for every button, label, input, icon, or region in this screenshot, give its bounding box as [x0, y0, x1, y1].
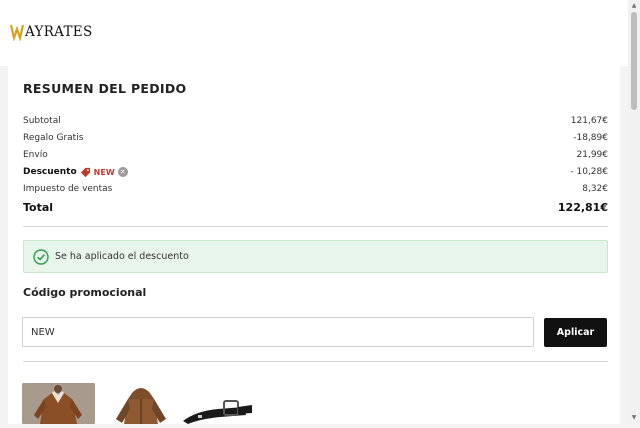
total-label: Total — [23, 200, 54, 214]
product-thumbnail-belt[interactable] — [178, 383, 253, 424]
total-value: 122,81€ — [557, 200, 608, 214]
summary-row-discount: Descuento NEW ✕ - 10,28€ — [23, 165, 608, 179]
summary-row-tax: Impuesto de ventas 8,32€ — [23, 182, 608, 196]
alert-text: Se ha aplicado el descuento — [55, 251, 189, 262]
scroll-down-arrow-icon[interactable]: ▼ — [628, 412, 640, 424]
hooded-jacket-image — [116, 388, 166, 424]
apply-promo-button[interactable]: Aplicar — [544, 318, 607, 347]
summary-label: Envío — [23, 150, 48, 160]
summary-label: Subtotal — [23, 116, 61, 126]
promo-code-input[interactable] — [22, 317, 534, 347]
summary-value: -18,89€ — [573, 133, 608, 143]
tag-icon — [80, 167, 90, 177]
page-scrollbar[interactable]: ▲ ▼ — [628, 0, 640, 424]
brand-logo[interactable]: AYRATES — [10, 23, 93, 41]
belt-image — [183, 400, 252, 424]
discount-applied-alert: Se ha aplicado el descuento — [23, 240, 608, 273]
summary-label: Regalo Gratis — [23, 133, 84, 143]
scrollbar-thumb[interactable] — [631, 12, 637, 110]
remove-discount-icon[interactable]: ✕ — [117, 167, 128, 177]
divider — [23, 226, 608, 227]
discount-label-group: Descuento NEW ✕ — [23, 167, 128, 178]
summary-value: 8,32€ — [582, 184, 608, 194]
summary-row-total: Total 122,81€ — [23, 200, 608, 214]
product-thumbnail-jacket[interactable] — [22, 383, 95, 424]
order-summary-card: RESUMEN DEL PEDIDO Subtotal 121,67€ Rega… — [8, 66, 620, 424]
summary-label: Descuento — [23, 167, 77, 177]
shearling-jacket-image — [22, 383, 95, 424]
discount-code-badge: NEW — [93, 167, 115, 177]
check-circle-icon — [33, 248, 49, 265]
summary-value: 121,67€ — [570, 116, 608, 126]
summary-value: 21,99€ — [576, 150, 609, 160]
summary-row-shipping: Envío 21,99€ — [23, 148, 608, 162]
order-summary-title: RESUMEN DEL PEDIDO — [23, 81, 187, 96]
divider — [23, 361, 608, 362]
logo-text: AYRATES — [25, 24, 93, 40]
logo-w-icon — [10, 24, 24, 41]
summary-label: Impuesto de ventas — [23, 184, 113, 194]
site-header: AYRATES — [0, 0, 628, 66]
scroll-up-arrow-icon[interactable]: ▲ — [628, 0, 640, 12]
product-thumbnail-hoodie[interactable] — [108, 383, 174, 424]
summary-value: - 10,28€ — [570, 167, 608, 177]
promo-code-label: Código promocional — [23, 286, 147, 299]
summary-row-gift: Regalo Gratis -18,89€ — [23, 131, 608, 145]
summary-row-subtotal: Subtotal 121,67€ — [23, 114, 608, 128]
